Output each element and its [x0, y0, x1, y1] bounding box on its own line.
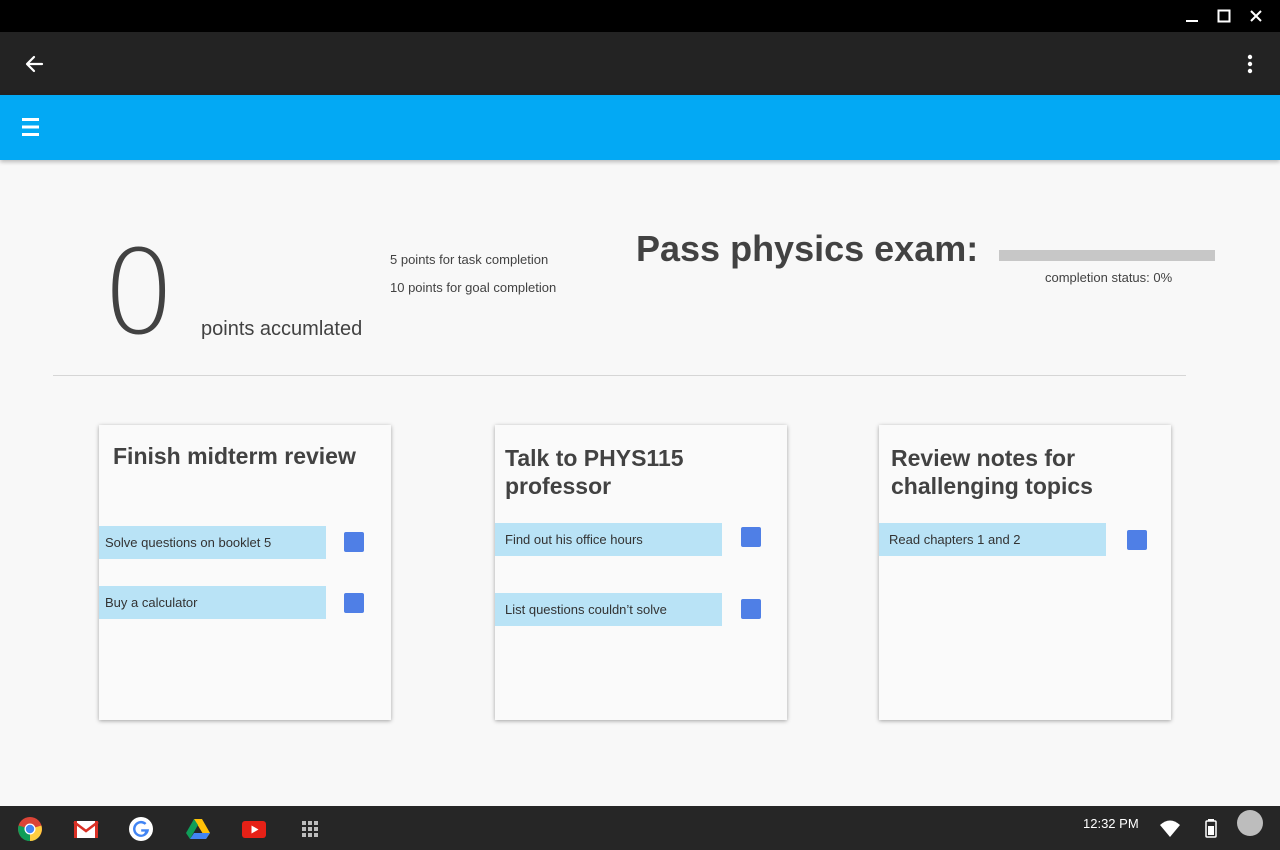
wifi-icon[interactable] [1157, 815, 1183, 841]
points-counter: 0 [102, 226, 176, 361]
arrow-back-icon[interactable] [22, 52, 50, 76]
points-label: points accumlated [201, 318, 363, 340]
section-divider [53, 375, 1186, 376]
battery-icon[interactable] [1198, 815, 1224, 841]
task-checkbox[interactable] [741, 599, 761, 619]
card-title: Talk to PHYS115 professor [505, 445, 684, 499]
task-item[interactable]: Read chapters 1 and 2 [879, 523, 1106, 556]
youtube-icon[interactable] [241, 816, 267, 842]
task-item[interactable]: List questions couldn’t solve [495, 593, 722, 626]
task-points-rule: 5 points for task completion [390, 252, 549, 267]
shelf-clock[interactable]: 12:32 PM [1083, 816, 1139, 831]
goal-progress-bar [999, 250, 1215, 261]
maximize-icon[interactable] [1214, 6, 1234, 26]
task-checkbox[interactable] [741, 527, 761, 547]
task-checkbox[interactable] [1127, 530, 1147, 550]
account-avatar[interactable] [1237, 810, 1263, 836]
goal-card: Review notes for challenging topics Read… [879, 425, 1171, 720]
task-checkbox[interactable] [344, 532, 364, 552]
goal-card: Talk to PHYS115 professor Find out his o… [495, 425, 787, 720]
app-bar [0, 32, 1280, 95]
app-launcher-icon[interactable] [297, 816, 323, 842]
task-checkbox[interactable] [344, 593, 364, 613]
goal-card: Finish midterm review Solve questions on… [99, 425, 391, 720]
completion-status: completion status: 0% [1045, 270, 1173, 285]
card-title: Finish midterm review [113, 443, 356, 469]
google-search-icon[interactable] [128, 816, 154, 842]
gmail-icon[interactable] [73, 816, 99, 842]
close-icon[interactable] [1246, 6, 1266, 26]
drive-icon[interactable] [185, 816, 211, 842]
hamburger-menu-icon[interactable] [20, 115, 42, 139]
minimize-icon[interactable] [1182, 6, 1202, 26]
card-title: Review notes for challenging topics [891, 445, 1093, 499]
task-item[interactable]: Solve questions on booklet 5 [99, 526, 326, 559]
task-item[interactable]: Find out his office hours [495, 523, 722, 556]
more-vert-icon[interactable] [1240, 50, 1260, 78]
window-titlebar [0, 0, 1280, 32]
task-item[interactable]: Buy a calculator [99, 586, 326, 619]
toolbar [0, 95, 1280, 160]
chrome-icon[interactable] [17, 816, 43, 842]
goal-points-rule: 10 points for goal completion [390, 280, 557, 295]
goal-title: Pass physics exam: [636, 228, 979, 269]
